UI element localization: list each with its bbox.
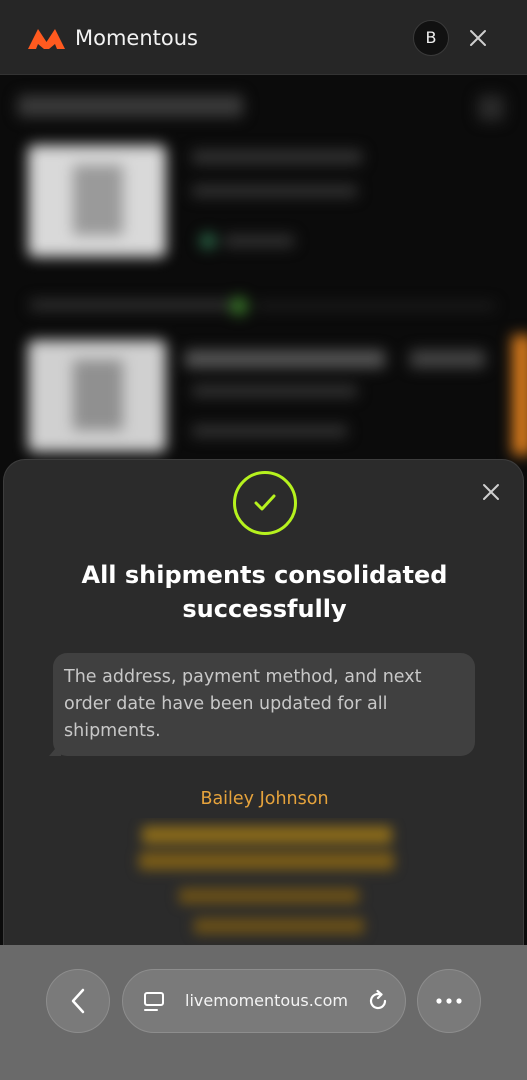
url-text[interactable]: livemomentous.com — [185, 990, 348, 1012]
signature-name: Bailey Johnson — [200, 789, 329, 809]
close-icon[interactable] — [466, 26, 490, 50]
success-modal: All shipments consolidated successfully … — [3, 459, 524, 945]
url-bar[interactable]: livemomentous.com — [122, 969, 406, 1033]
modal-title: All shipments consolidated successfully — [81, 561, 448, 623]
success-badge — [233, 471, 297, 535]
back-button[interactable] — [46, 969, 110, 1033]
more-button[interactable] — [417, 969, 481, 1033]
tabs-icon[interactable] — [143, 991, 165, 1013]
app-header: Momentous B — [0, 0, 527, 75]
brand-name: Momentous — [75, 26, 198, 50]
chevron-left-icon — [71, 988, 85, 1014]
check-icon — [254, 494, 276, 511]
avatar[interactable]: B — [413, 20, 449, 56]
message-bubble: The address, payment method, and next or… — [53, 653, 475, 756]
close-icon[interactable] — [481, 482, 501, 502]
browser-toolbar: livemomentous.com — [0, 945, 527, 1080]
more-icon — [436, 998, 462, 1004]
momentous-logo-icon — [28, 29, 65, 49]
blurred-content — [114, 818, 424, 945]
reload-icon[interactable] — [366, 989, 390, 1013]
